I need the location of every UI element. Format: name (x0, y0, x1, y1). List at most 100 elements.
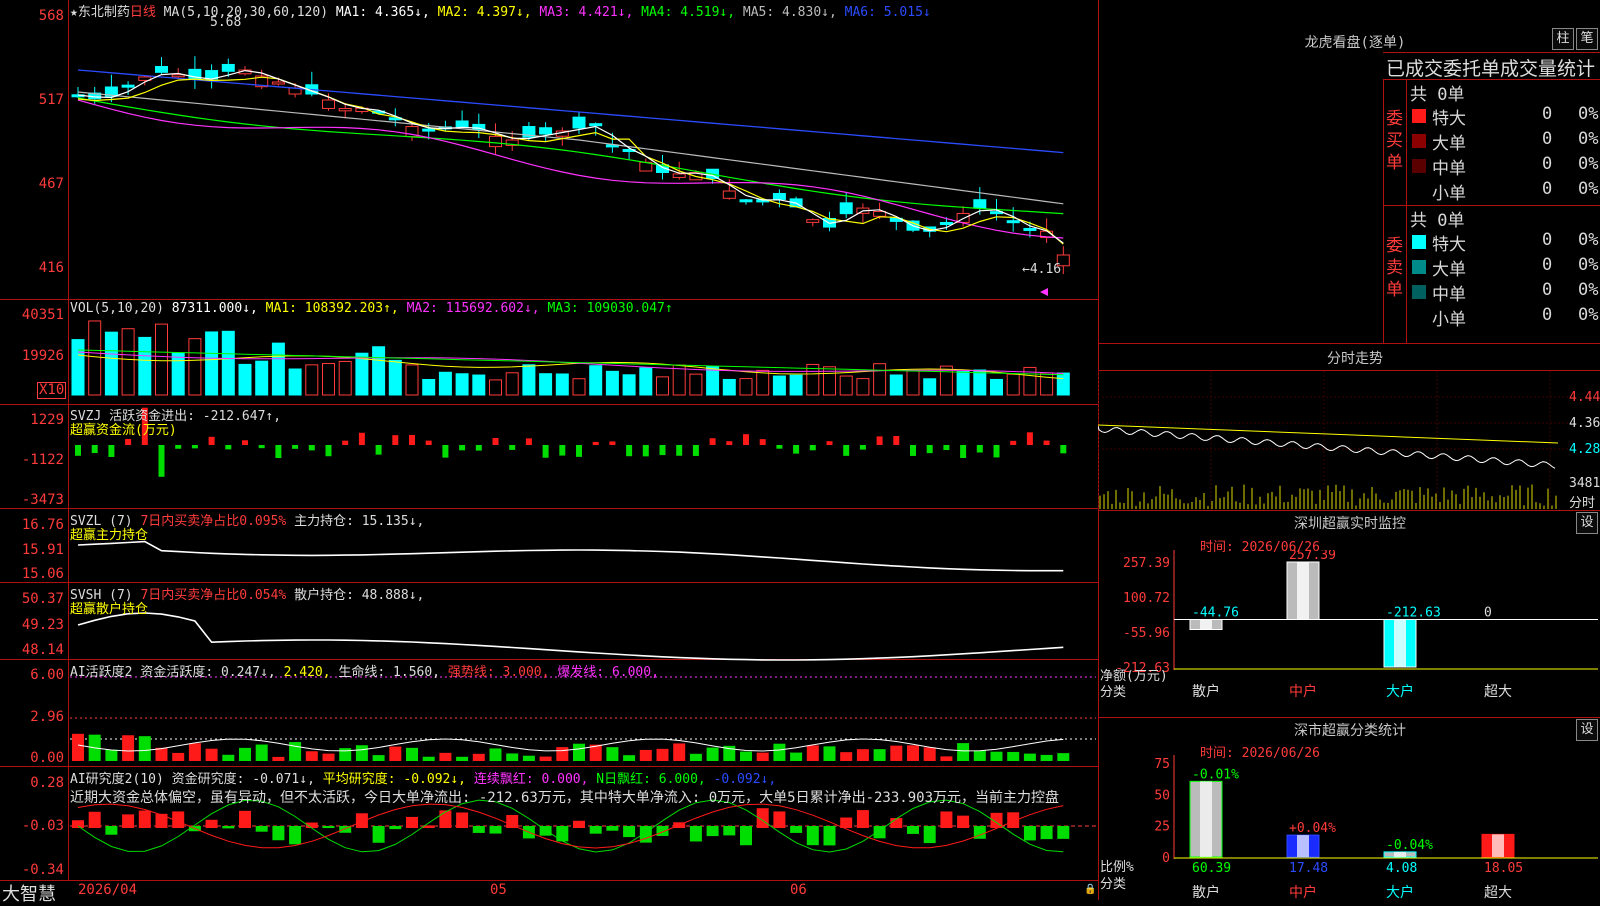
candle-body (455, 120, 469, 128)
buy-row-color-swatch (1412, 159, 1426, 173)
volume-bar (271, 342, 285, 396)
period-label[interactable]: 日线 (130, 5, 156, 20)
volume-bar (155, 323, 168, 396)
svzj-bar (375, 445, 382, 455)
ai1-bar (673, 743, 686, 761)
ai1-bar (990, 751, 1003, 761)
ai2-bar (573, 820, 585, 828)
ai2-bar (122, 814, 135, 828)
ai1-bar (873, 749, 886, 761)
ai2-bar (406, 816, 418, 828)
kline-chart-area[interactable] (0, 0, 1098, 900)
volume-bar (839, 375, 853, 396)
price-tick: 517 (38, 92, 64, 108)
sell-row-color-swatch (1412, 260, 1426, 274)
candle-body (422, 128, 436, 132)
candle-body (772, 192, 786, 200)
sell-row-type: 特大 (1432, 235, 1466, 255)
ai2-bar (623, 826, 636, 838)
date-label: 2026/04 (78, 882, 138, 898)
minute-tick: 4.440 (1569, 390, 1600, 405)
svzj-bar (809, 445, 816, 451)
volume-bar (906, 370, 920, 396)
sell-row-count: 0 (1542, 255, 1553, 275)
ai1-bar (973, 750, 986, 761)
volume-bar (121, 328, 135, 396)
minute-avg-line (1098, 424, 1559, 444)
candle-body (1006, 220, 1020, 224)
minute-title: 分时走势 (1327, 351, 1383, 367)
svzj-bar (642, 445, 649, 457)
ai1-bar (639, 749, 652, 761)
sz-settings-button[interactable]: 设 (1576, 512, 1598, 534)
ai2-title: AI研究度2(10) (70, 772, 164, 787)
candle-body (739, 199, 753, 203)
svzj-bar (442, 445, 449, 458)
volume-bar (656, 376, 669, 396)
candle-body (171, 74, 185, 78)
volume-bar (739, 378, 753, 396)
ai1-bar (272, 756, 285, 761)
svzj-bar (960, 445, 967, 458)
ai2-bar (239, 810, 251, 828)
ai1-bar (339, 748, 352, 761)
minute-chart[interactable] (1098, 371, 1568, 509)
ai1-bar (957, 743, 970, 761)
cls-change-label: -0.04% (1386, 838, 1433, 853)
ai2-bar (1057, 826, 1070, 839)
svsh-tick: 49.23 (21, 617, 64, 633)
vol-scale-badge[interactable]: X10 (37, 382, 67, 399)
volume-bar (238, 363, 252, 396)
cls-value-label: 17.48 (1289, 861, 1328, 876)
ai1-tick: 2.96 (30, 709, 64, 725)
svzl-ratio: 7日内买卖净占比0.095% (140, 514, 287, 529)
minute-mode-label[interactable]: 分时 (1569, 492, 1595, 511)
ai2-bar (823, 826, 836, 846)
svzj-bar (993, 445, 1000, 458)
ai2-bar (740, 826, 752, 846)
dragon-panel-title: 龙虎看盘(逐单) (1304, 35, 1406, 51)
svzj-bar (258, 445, 265, 449)
svzj-bar (409, 435, 415, 445)
volume-bar (71, 339, 85, 396)
volume-bar (255, 360, 269, 396)
volume-bar (372, 346, 386, 396)
svsh-line (77, 612, 1064, 661)
sell-row-color-swatch (1412, 310, 1426, 324)
ai1-bar (706, 747, 719, 761)
svzj-bar (242, 440, 248, 445)
ai1-bar (573, 743, 585, 761)
svzj-bar (275, 445, 282, 458)
ai1-value2: 2.420, (283, 665, 331, 680)
svzj-bar (559, 445, 566, 456)
ai1-bar (172, 752, 185, 761)
svzj-subtitle: 超赢资金流(万元) (70, 423, 177, 438)
lock-icon[interactable]: 🔒 (1084, 884, 1096, 895)
vol-ma1: MA1: 108392.203↑, (265, 301, 399, 316)
volume-bar (973, 369, 987, 396)
cls-settings-button[interactable]: 设 (1576, 719, 1598, 741)
ai1-bar (138, 736, 151, 761)
ai2-bar (1040, 826, 1053, 840)
volume-bar (639, 367, 653, 396)
ai2-bar (272, 826, 285, 841)
bar-mode-button[interactable]: 柱 (1552, 28, 1574, 50)
ai2-bar (957, 815, 970, 828)
tick-mode-button[interactable]: 笔 (1576, 28, 1598, 50)
cls-y-tick: 75 (1154, 757, 1170, 772)
candle-body (1023, 227, 1037, 231)
ai1-bar (389, 746, 402, 761)
volume-bar (472, 374, 486, 396)
svzj-bar (158, 445, 165, 477)
minute-tick: 4.360 (1569, 416, 1600, 431)
svzj-bar (676, 445, 683, 456)
cls-bar-highlight (1200, 781, 1212, 857)
svzj-bar (743, 434, 749, 445)
sz-category-label: 超大 (1484, 684, 1512, 700)
ai1-bar (1023, 753, 1036, 761)
buy-row-pct: 0% (1578, 129, 1599, 149)
ai2-bar (355, 813, 368, 828)
stock-name[interactable]: ★东北制药 (70, 5, 130, 20)
sz-net-chart: 257.39100.72-55.96-212.63-44.76257.39-21… (1100, 550, 1598, 700)
ai1-bar (205, 748, 218, 761)
